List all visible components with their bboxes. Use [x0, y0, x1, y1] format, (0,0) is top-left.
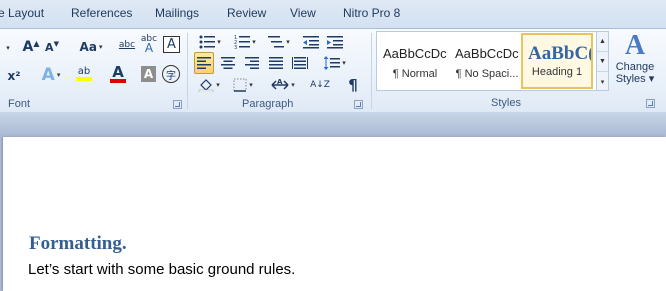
style-normal[interactable]: AaBbCcDc ¶ Normal [379, 33, 451, 89]
font-dialog-launcher-icon[interactable] [173, 100, 182, 109]
paragraph-dialog-launcher-icon[interactable] [354, 100, 363, 109]
shading-button[interactable]: ▾ [194, 74, 224, 96]
style-heading-1[interactable]: AaBbC( Heading 1 [521, 33, 593, 89]
center-button[interactable] [218, 52, 238, 74]
text-effects-button[interactable]: A ▾ [38, 64, 64, 86]
borders-button[interactable]: ▾ [228, 74, 258, 96]
paragraph-group: ▾ 1 2 3 ▾ ▾ ▾ ▾ ▾ A ▾ A↓Z ¶ Paragraph [188, 29, 370, 113]
justify-icon [269, 57, 283, 69]
styles-group-label: Styles [491, 97, 521, 109]
bullets-button[interactable]: ▾ [194, 31, 226, 53]
increase-indent-button[interactable] [325, 31, 345, 53]
svg-text:3: 3 [234, 45, 237, 49]
numbering-icon: 123 [234, 35, 251, 49]
sort-icon: A↓Z [310, 79, 330, 90]
change-styles-label-2: Styles ▾ [615, 73, 655, 85]
quick-styles-gallery: AaBbCcDc ¶ Normal AaBbCcDc ¶ No Spaci...… [376, 31, 598, 91]
align-right-icon [245, 57, 259, 69]
font-size-dropdown[interactable]: ▾ [0, 37, 14, 59]
asian-layout-button[interactable]: A ▾ [268, 74, 298, 96]
character-border-icon: A [167, 37, 176, 52]
paint-bucket-icon [198, 79, 214, 92]
grow-font-icon: A [22, 39, 34, 55]
change-styles-icon: A [624, 30, 646, 61]
tab-mailings[interactable]: Mailings [155, 6, 199, 20]
font-color-icon: A [112, 63, 124, 81]
sort-button[interactable]: A↓Z [309, 74, 331, 96]
line-spacing-icon [324, 56, 341, 70]
style-name: ¶ Normal [392, 68, 438, 80]
align-left-button[interactable] [194, 52, 214, 74]
phonetic-guide-button[interactable]: abc A [140, 33, 158, 55]
page-gap [0, 112, 666, 136]
paragraph-group-label: Paragraph [242, 98, 294, 110]
tab-page-layout[interactable]: e Layout [0, 6, 44, 20]
font-group-label: Font [8, 98, 31, 110]
text-highlight-button[interactable]: ab [69, 63, 99, 85]
character-shading-icon: A [143, 67, 154, 81]
tab-nitro-pro[interactable]: Nitro Pro 8 [343, 6, 400, 20]
align-right-button[interactable] [242, 52, 262, 74]
decrease-indent-icon [303, 36, 319, 49]
change-case-button[interactable]: Aa ▾ [77, 36, 105, 58]
font-group: ▾ A ▲ A ▼ Aa ▾ abc abc A A x² A ▾ ab A A… [0, 29, 186, 113]
shrink-font-icon: A [45, 40, 54, 54]
style-preview: AaBbC( [528, 43, 591, 64]
align-left-icon [197, 57, 211, 69]
character-border-button[interactable]: A [163, 36, 180, 53]
tab-view[interactable]: View [290, 6, 316, 20]
enclose-characters-icon: 字 [166, 70, 176, 82]
pilcrow-icon: ¶ [348, 76, 358, 94]
style-name: ¶ No Spaci... [455, 68, 519, 80]
increase-indent-icon [327, 36, 343, 49]
styles-gallery-scroller: ▲ ▼ ▾ [596, 31, 609, 91]
enclose-characters-button[interactable]: 字 [162, 65, 180, 83]
styles-dialog-launcher-icon[interactable] [646, 99, 655, 108]
group-divider [371, 33, 372, 109]
font-color-button[interactable]: A [104, 63, 132, 85]
distributed-button[interactable] [290, 52, 310, 74]
tab-references[interactable]: References [71, 6, 132, 20]
gallery-scroll-up-icon[interactable]: ▲ [597, 32, 608, 52]
document-body-text[interactable]: Let’s start with some basic ground rules… [28, 261, 295, 278]
line-spacing-button[interactable]: ▾ [321, 52, 349, 74]
multilevel-list-icon [268, 36, 285, 48]
style-no-spacing[interactable]: AaBbCcDc ¶ No Spaci... [451, 33, 523, 89]
borders-icon [233, 78, 247, 92]
gallery-scroll-down-icon[interactable]: ▼ [597, 52, 608, 72]
highlighter-icon: ab [77, 66, 91, 77]
multilevel-list-button[interactable]: ▾ [264, 31, 294, 53]
document-page[interactable]: Formatting. Let’s start with some basic … [3, 137, 666, 291]
numbering-button[interactable]: 1 2 3 ▾ [230, 31, 260, 53]
grow-font-button[interactable]: A ▲ [22, 36, 40, 58]
change-styles-label: Change [615, 61, 655, 73]
shrink-font-button[interactable]: A ▼ [44, 36, 60, 58]
style-name: Heading 1 [531, 66, 583, 78]
character-shading-button[interactable]: A [141, 66, 156, 82]
clear-formatting-button[interactable]: abc [117, 34, 137, 56]
document-heading[interactable]: Formatting. [29, 233, 127, 255]
justify-button[interactable] [266, 52, 286, 74]
change-styles-button[interactable]: A Change Styles ▾ [612, 31, 658, 95]
superscript-icon: x² [7, 69, 21, 83]
superscript-button[interactable]: x² [6, 65, 22, 87]
asian-layout-icon: A [271, 78, 289, 90]
decrease-indent-button[interactable] [301, 31, 321, 53]
ribbon-tab-bar: e Layout References Mailings Review View… [0, 0, 666, 28]
align-center-icon [221, 57, 235, 69]
svg-text:A: A [277, 78, 283, 86]
show-hide-button[interactable]: ¶ [343, 74, 363, 96]
style-preview: AaBbCcDc [383, 46, 447, 61]
text-effects-icon: A [41, 65, 55, 85]
ribbon: ▾ A ▲ A ▼ Aa ▾ abc abc A A x² A ▾ ab A A… [0, 28, 666, 112]
tab-review[interactable]: Review [227, 6, 266, 20]
distributed-icon [292, 57, 308, 69]
change-case-icon: Aa [79, 40, 97, 54]
bullets-icon [199, 35, 216, 49]
style-preview: AaBbCcDc [455, 46, 519, 61]
clear-formatting-icon: abc [118, 40, 136, 50]
gallery-more-icon[interactable]: ▾ [597, 72, 608, 92]
